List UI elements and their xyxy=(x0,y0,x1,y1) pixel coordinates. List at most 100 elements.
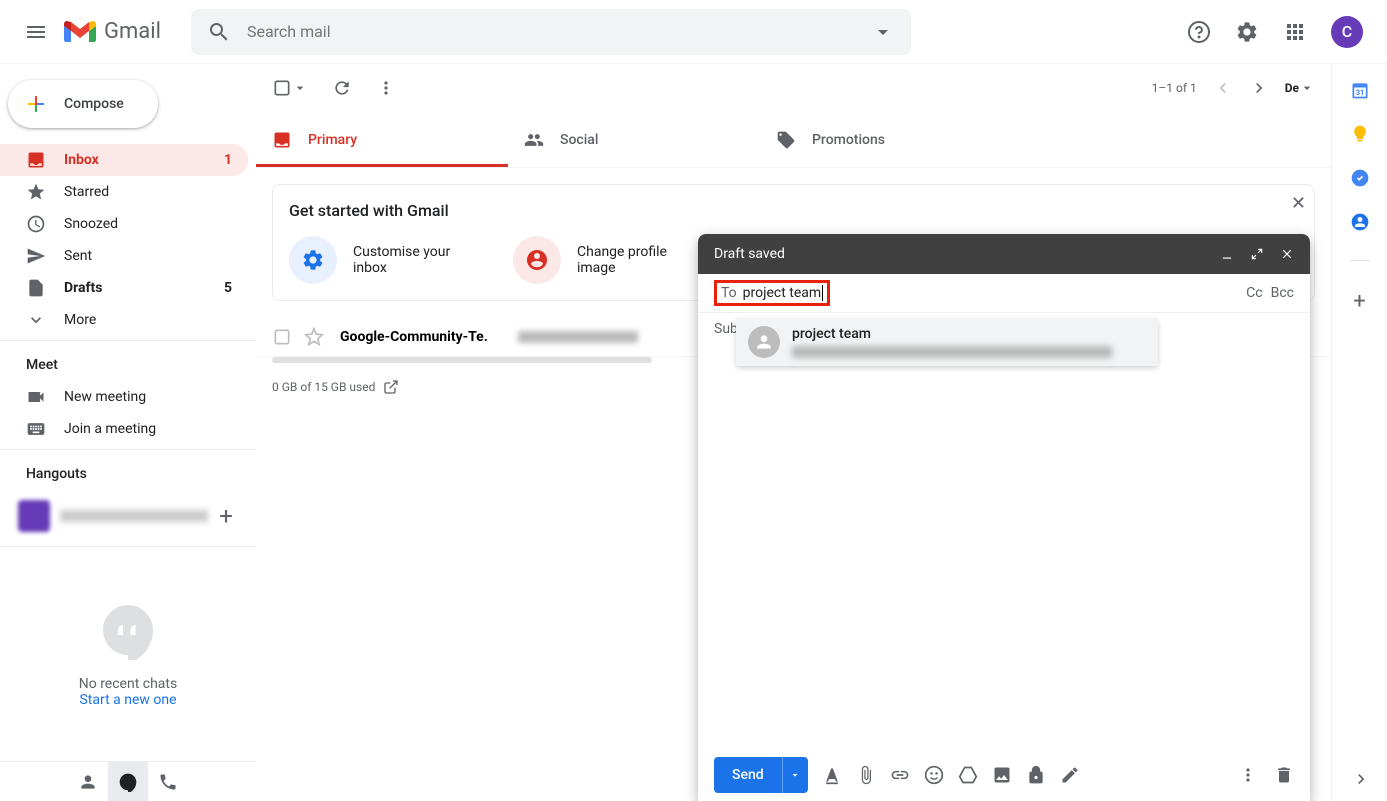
sent-label: Sent xyxy=(64,248,92,264)
minimize-button[interactable] xyxy=(1220,247,1234,261)
tasks-icon[interactable] xyxy=(1350,168,1370,188)
search-options-button[interactable] xyxy=(863,12,903,52)
insert-signature-button[interactable] xyxy=(1060,765,1080,785)
help-icon xyxy=(1187,20,1211,44)
trash-icon xyxy=(1274,765,1294,785)
compose-window: Draft saved To project team Cc Bcc Sub p… xyxy=(698,234,1310,801)
customise-inbox-card[interactable]: Customise your inbox xyxy=(289,236,473,284)
select-all-checkbox[interactable] xyxy=(272,78,308,98)
hangouts-section-label: Hangouts xyxy=(0,450,256,490)
star-icon xyxy=(26,182,46,202)
phone-tab[interactable] xyxy=(148,762,188,801)
start-chat-link[interactable]: Start a new one xyxy=(79,692,176,708)
account-avatar[interactable]: C xyxy=(1331,16,1363,48)
tab-promotions[interactable]: Promotions xyxy=(760,112,1012,167)
support-button[interactable] xyxy=(1179,12,1219,52)
sidebar-item-sent[interactable]: Sent xyxy=(0,240,248,272)
add-addon-button[interactable]: + xyxy=(1353,289,1365,314)
to-label: To xyxy=(721,285,737,301)
compose-header[interactable]: Draft saved xyxy=(698,234,1310,274)
settings-button[interactable] xyxy=(1227,12,1267,52)
sidebar-item-more[interactable]: More xyxy=(0,304,248,336)
collapse-panel-button[interactable] xyxy=(1351,769,1371,789)
inbox-count: 1 xyxy=(224,152,232,168)
primary-label: Primary xyxy=(308,132,357,148)
sidebar-item-inbox[interactable]: Inbox 1 xyxy=(0,144,248,176)
input-tools-button[interactable]: De xyxy=(1285,80,1315,96)
people-icon xyxy=(524,130,544,150)
refresh-button[interactable] xyxy=(332,78,352,98)
insert-drive-button[interactable] xyxy=(958,765,978,785)
formatting-button[interactable] xyxy=(822,765,842,785)
sidebar: Compose Inbox 1 Starred Snoozed Sent Dra… xyxy=(0,64,256,801)
contacts-icon[interactable] xyxy=(1350,212,1370,232)
close-compose-button[interactable] xyxy=(1280,247,1294,261)
sidebar-item-new-meeting[interactable]: New meeting xyxy=(0,381,248,413)
compose-to-row[interactable]: To project team Cc Bcc xyxy=(698,274,1310,313)
compose-button[interactable]: Compose xyxy=(8,80,158,128)
tab-primary[interactable]: Primary xyxy=(256,112,508,167)
email-sender: Google-Community-Te. xyxy=(340,329,488,345)
confidential-mode-button[interactable] xyxy=(1026,765,1046,785)
dropdown-caret-icon xyxy=(292,80,308,96)
new-conversation-button[interactable]: + xyxy=(208,498,244,534)
text-cursor xyxy=(822,285,823,301)
bcc-button[interactable]: Bcc xyxy=(1271,285,1294,301)
keep-icon[interactable] xyxy=(1350,124,1370,144)
sidebar-item-join-meeting[interactable]: Join a meeting xyxy=(0,413,248,445)
calendar-icon[interactable]: 31 xyxy=(1350,80,1370,100)
sidebar-item-snoozed[interactable]: Snoozed xyxy=(0,208,248,240)
insert-photo-button[interactable] xyxy=(992,765,1012,785)
hangouts-empty-state: No recent chats Start a new one xyxy=(0,547,256,761)
discard-draft-button[interactable] xyxy=(1274,765,1294,785)
refresh-icon xyxy=(332,78,352,98)
email-subject-redacted xyxy=(518,331,638,343)
compose-title: Draft saved xyxy=(714,246,785,262)
phone-icon xyxy=(158,772,178,792)
side-panel: 31 + xyxy=(1331,64,1387,801)
fullscreen-button[interactable] xyxy=(1250,247,1264,261)
send-icon xyxy=(26,246,46,266)
more-actions-button[interactable] xyxy=(376,78,396,98)
hangouts-username xyxy=(60,510,208,522)
attach-file-button[interactable] xyxy=(856,765,876,785)
gear-icon xyxy=(1235,20,1259,44)
contacts-tab[interactable] xyxy=(68,762,108,801)
sidebar-item-starred[interactable]: Starred xyxy=(0,176,248,208)
main-menu-button[interactable] xyxy=(12,8,60,56)
search-box[interactable] xyxy=(191,9,911,55)
horizontal-scrollbar[interactable] xyxy=(272,357,652,363)
row-checkbox[interactable] xyxy=(272,327,292,347)
close-panel-button[interactable]: ✕ xyxy=(1291,193,1306,214)
hangouts-user-row[interactable]: + xyxy=(0,490,256,542)
autocomplete-item[interactable]: project team xyxy=(736,318,1158,366)
send-options-button[interactable] xyxy=(782,757,808,793)
cc-button[interactable]: Cc xyxy=(1246,285,1262,301)
tab-social[interactable]: Social xyxy=(508,112,760,167)
search-icon[interactable] xyxy=(199,12,239,52)
row-star-button[interactable] xyxy=(304,327,324,347)
new-meeting-label: New meeting xyxy=(64,389,146,405)
insert-emoji-button[interactable] xyxy=(924,765,944,785)
drafts-count: 5 xyxy=(224,280,232,296)
change-profile-card[interactable]: Change profile image xyxy=(513,236,697,284)
open-in-new-icon[interactable] xyxy=(383,379,399,395)
autocomplete-emails-redacted xyxy=(792,346,1112,358)
chevron-down-icon xyxy=(26,310,46,330)
compose-body[interactable] xyxy=(698,345,1310,749)
promotions-label: Promotions xyxy=(812,132,885,148)
starred-label: Starred xyxy=(64,184,109,200)
send-button[interactable]: Send xyxy=(714,757,808,793)
compose-more-options[interactable] xyxy=(1238,765,1258,785)
gmail-logo[interactable]: Gmail xyxy=(64,19,161,44)
insert-link-button[interactable] xyxy=(890,765,910,785)
next-page-button[interactable] xyxy=(1249,78,1269,98)
search-input[interactable] xyxy=(239,22,863,41)
prev-page-button[interactable] xyxy=(1213,78,1233,98)
sidebar-item-drafts[interactable]: Drafts 5 xyxy=(0,272,248,304)
more-vert-icon xyxy=(1238,765,1258,785)
hangouts-icon xyxy=(118,772,138,792)
to-input-value[interactable]: project team xyxy=(743,285,822,301)
hangouts-tab[interactable] xyxy=(108,762,148,801)
apps-button[interactable] xyxy=(1275,12,1315,52)
